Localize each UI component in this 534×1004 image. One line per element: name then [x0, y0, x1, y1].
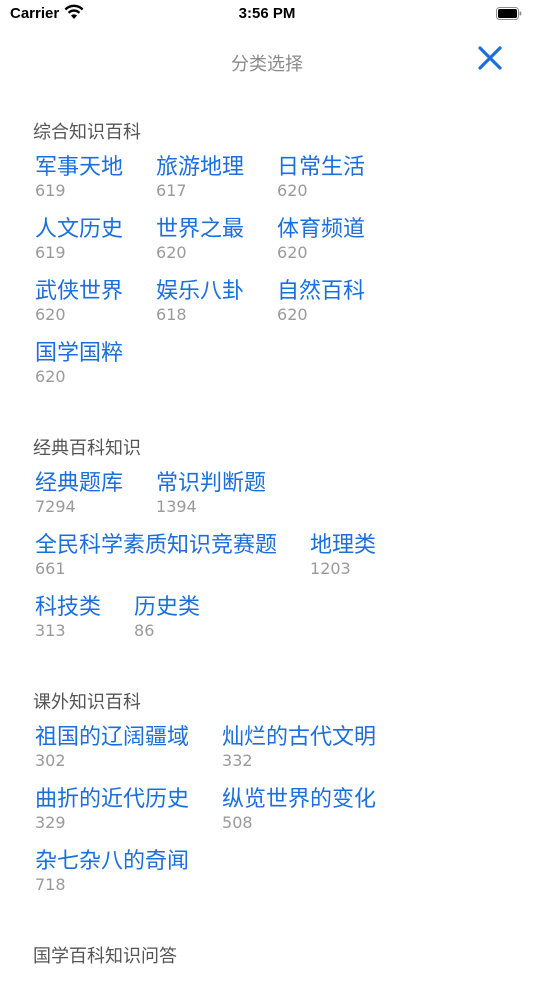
- close-icon[interactable]: [474, 42, 506, 74]
- category-label: 旅游地理: [156, 155, 245, 180]
- category-label: 地理类: [310, 533, 377, 558]
- battery-icon: [496, 7, 522, 20]
- navigation-bar: 分类选择: [0, 44, 534, 80]
- category-count: 86: [134, 621, 155, 640]
- category-item[interactable]: 历史类 86: [134, 594, 200, 656]
- section-items: 祖国的辽阔疆域 302 灿烂的古代文明 332 曲折的近代历史 329 纵览世界的变化…: [0, 724, 495, 910]
- section-title: 经典百科知识: [33, 438, 141, 459]
- category-item[interactable]: 自然百科 620: [277, 278, 365, 340]
- category-item[interactable]: 国学国粹 620: [35, 340, 123, 402]
- category-item[interactable]: 日常生活 620: [277, 154, 365, 216]
- category-count: 313: [35, 621, 66, 640]
- category-label: 国学国粹: [35, 341, 124, 366]
- category-count: 620: [35, 305, 66, 324]
- category-count: 661: [35, 559, 66, 578]
- category-label: 经典题库: [35, 471, 124, 496]
- section-extracurricular-knowledge: 课外知识百科 祖国的辽阔疆域 302 灿烂的古代文明 332 曲折的近代历史 329 …: [0, 682, 534, 910]
- category-item[interactable]: 经典题库 7294: [35, 470, 123, 532]
- category-label: 娱乐八卦: [156, 279, 245, 304]
- category-label: 杂七杂八的奇闻: [35, 849, 190, 874]
- category-label: 体育频道: [277, 217, 366, 242]
- category-count: 620: [277, 305, 308, 324]
- page-title: 分类选择: [231, 54, 303, 75]
- category-count: 1203: [310, 559, 351, 578]
- category-count: 332: [222, 751, 253, 770]
- category-label: 纵览世界的变化: [222, 787, 377, 812]
- category-count: 7294: [35, 497, 76, 516]
- category-item[interactable]: 旅游地理 617: [156, 154, 244, 216]
- section-general-knowledge: 综合知识百科 军事天地 619 旅游地理 617 日常生活 620 人文历史 619 世…: [0, 112, 534, 402]
- category-item[interactable]: 人文历史 619: [35, 216, 123, 278]
- category-count: 329: [35, 813, 66, 832]
- category-item[interactable]: 军事天地 619: [35, 154, 123, 216]
- category-item[interactable]: 曲折的近代历史 329: [35, 786, 189, 848]
- category-sections: 综合知识百科 军事天地 619 旅游地理 617 日常生活 620 人文历史 619 世…: [0, 112, 534, 1004]
- category-label: 自然百科: [277, 279, 366, 304]
- category-count: 620: [156, 243, 187, 262]
- category-label: 历史类: [134, 595, 201, 620]
- section-title: 课外知识百科: [33, 692, 141, 713]
- category-label: 祖国的辽阔疆域: [35, 725, 190, 750]
- category-label: 军事天地: [35, 155, 124, 180]
- category-item[interactable]: 武侠世界 620: [35, 278, 123, 340]
- category-count: 620: [277, 181, 308, 200]
- category-count: 302: [35, 751, 66, 770]
- category-label: 灿烂的古代文明: [222, 725, 377, 750]
- section-items: 经典题库 7294 常识判断题 1394 全民科学素质知识竞赛题 661 地理类 120…: [0, 470, 495, 656]
- category-count: 617: [156, 181, 187, 200]
- category-count: 620: [35, 367, 66, 386]
- category-label: 日常生活: [277, 155, 366, 180]
- category-count: 1394: [156, 497, 197, 516]
- category-item[interactable]: 杂七杂八的奇闻 718: [35, 848, 189, 910]
- section-title: 综合知识百科: [33, 122, 141, 143]
- category-label: 人文历史: [35, 217, 124, 242]
- status-time: 3:56 PM: [238, 5, 296, 22]
- category-label: 科技类: [35, 595, 102, 620]
- section-title: 国学百科知识问答: [33, 946, 177, 967]
- category-label: 武侠世界: [35, 279, 124, 304]
- category-label: 世界之最: [156, 217, 245, 242]
- category-item[interactable]: 世界之最 620: [156, 216, 244, 278]
- category-item[interactable]: 祖国的辽阔疆域 302: [35, 724, 189, 786]
- category-item[interactable]: 娱乐八卦 618: [156, 278, 244, 340]
- category-count: 620: [277, 243, 308, 262]
- category-count: 508: [222, 813, 253, 832]
- category-count: 619: [35, 181, 66, 200]
- category-count: 718: [35, 875, 66, 894]
- category-item[interactable]: 全民科学素质知识竞赛题 661: [35, 532, 277, 594]
- category-item[interactable]: 常识判断题 1394: [156, 470, 266, 532]
- category-item[interactable]: 灿烂的古代文明 332: [222, 724, 376, 786]
- category-item[interactable]: 体育频道 620: [277, 216, 365, 278]
- status-bar: Carrier 3:56 PM: [0, 0, 534, 28]
- category-label: 常识判断题: [156, 471, 267, 496]
- category-label: 曲折的近代历史: [35, 787, 190, 812]
- section-classic-knowledge: 经典百科知识 经典题库 7294 常识判断题 1394 全民科学素质知识竞赛题 661…: [0, 428, 534, 656]
- category-item[interactable]: 科技类 313: [35, 594, 101, 656]
- category-count: 619: [35, 243, 66, 262]
- category-item[interactable]: 纵览世界的变化 508: [222, 786, 376, 848]
- category-item[interactable]: 地理类 1203: [310, 532, 376, 594]
- section-items: 军事天地 619 旅游地理 617 日常生活 620 人文历史 619 世界之最 620 …: [0, 154, 495, 402]
- section-sinology-qa: 国学百科知识问答: [0, 936, 534, 978]
- category-count: 618: [156, 305, 187, 324]
- category-label: 全民科学素质知识竞赛题: [35, 533, 278, 558]
